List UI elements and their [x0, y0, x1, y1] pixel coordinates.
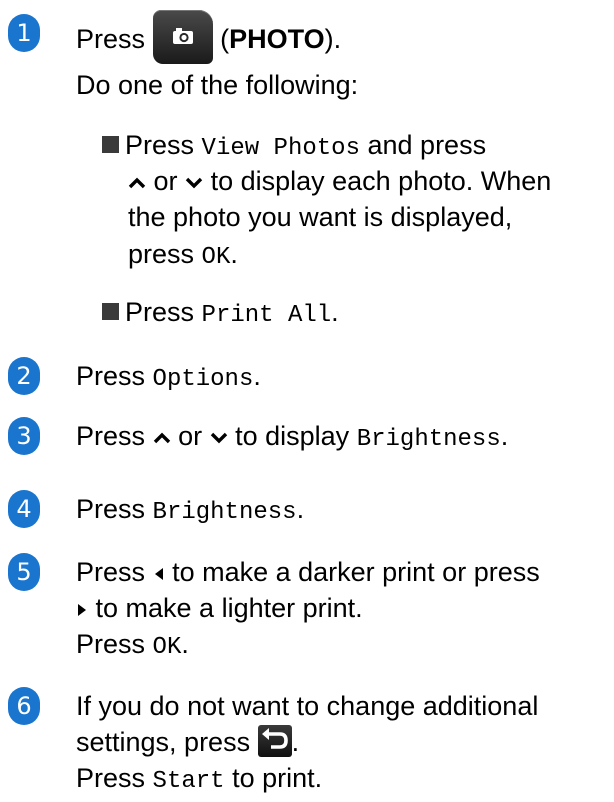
menu-options: Options — [152, 366, 254, 393]
photo-button-icon — [152, 10, 213, 64]
text-or: or — [178, 421, 203, 451]
up-arrow-icon — [128, 177, 146, 189]
step-2-line-1: Press Options. — [76, 357, 261, 399]
step-5-line-2: to make a lighter print. — [76, 589, 363, 627]
period: . — [500, 421, 509, 451]
step-number-5: 5 — [8, 553, 40, 591]
step-number-1: 1 — [8, 14, 40, 52]
text-press: Press — [76, 421, 146, 451]
period: . — [253, 361, 261, 391]
step-5-line-1: Press to make a darker print or press — [76, 553, 540, 591]
period: . — [331, 297, 339, 327]
menu-view-photos: View Photos — [201, 135, 360, 162]
back-button-icon — [257, 724, 292, 757]
menu-ok: OK — [152, 634, 182, 661]
text-display-each: to display each photo. When — [210, 166, 552, 196]
down-arrow-icon — [210, 432, 227, 444]
step-1-line-1: Press (PHOTO). — [76, 10, 342, 68]
text-darker-print: to make a darker print or press — [172, 557, 540, 587]
down-arrow-icon — [185, 177, 203, 189]
step-6-line-3: Press Start to print. — [76, 759, 322, 801]
text-settings-press: settings, press — [76, 727, 251, 757]
text-press: Press — [76, 763, 146, 793]
step-number-6: 6 — [8, 687, 40, 725]
text-lighter-print: to make a lighter print. — [95, 593, 363, 623]
step-3-line-1: Press or to display Brightness. — [76, 417, 508, 459]
up-arrow-icon — [153, 432, 170, 444]
text-press: Press — [76, 24, 146, 55]
text-press: press — [128, 239, 195, 269]
text-or: or — [153, 166, 178, 196]
bullet-1-line-2: or to display each photo. When — [128, 162, 551, 200]
step-number-4: 4 — [8, 490, 40, 528]
period: . — [181, 629, 189, 659]
paren-open: ( — [220, 24, 230, 55]
text-and-press: and press — [367, 130, 487, 160]
menu-start: Start — [152, 768, 225, 795]
bullet-square-icon — [102, 303, 119, 320]
bullet-2-line-1: Press Print All. — [102, 293, 339, 335]
step-number-3: 3 — [8, 417, 40, 455]
menu-print-all: Print All — [201, 302, 332, 329]
text-press: Press — [76, 361, 146, 391]
text-to-display: to display — [235, 421, 350, 451]
right-arrow-icon — [78, 603, 86, 616]
period: . — [296, 494, 305, 524]
text-to-print: to print. — [232, 763, 323, 793]
step-number-2: 2 — [8, 357, 40, 395]
step-4-line-1: Press Brightness. — [76, 490, 304, 532]
text-press: Press — [76, 557, 146, 587]
bullet-1-line-4: press OK. — [128, 235, 238, 277]
text-press: Press — [76, 494, 146, 524]
step-5-line-3: Press OK. — [76, 625, 189, 667]
menu-ok: OK — [201, 244, 231, 271]
step-1-do-one: Do one of the following: — [76, 70, 359, 100]
text-press: Press — [125, 130, 195, 160]
step-6-line-2: settings, press . — [76, 723, 299, 761]
photo-label: PHOTO — [229, 24, 325, 55]
text-press: Press — [76, 629, 146, 659]
bullet-1-line-3: the photo you want is displayed, — [128, 202, 513, 232]
menu-brightness: Brightness — [356, 426, 501, 453]
text-press: Press — [125, 297, 195, 327]
period: . — [230, 239, 238, 269]
left-arrow-icon — [154, 567, 163, 580]
paren-close: ). — [324, 24, 342, 55]
bullet-square-icon — [102, 136, 119, 153]
menu-brightness: Brightness — [152, 499, 297, 526]
period: . — [291, 727, 300, 757]
step-6-line-1: If you do not want to change additional — [76, 691, 539, 721]
